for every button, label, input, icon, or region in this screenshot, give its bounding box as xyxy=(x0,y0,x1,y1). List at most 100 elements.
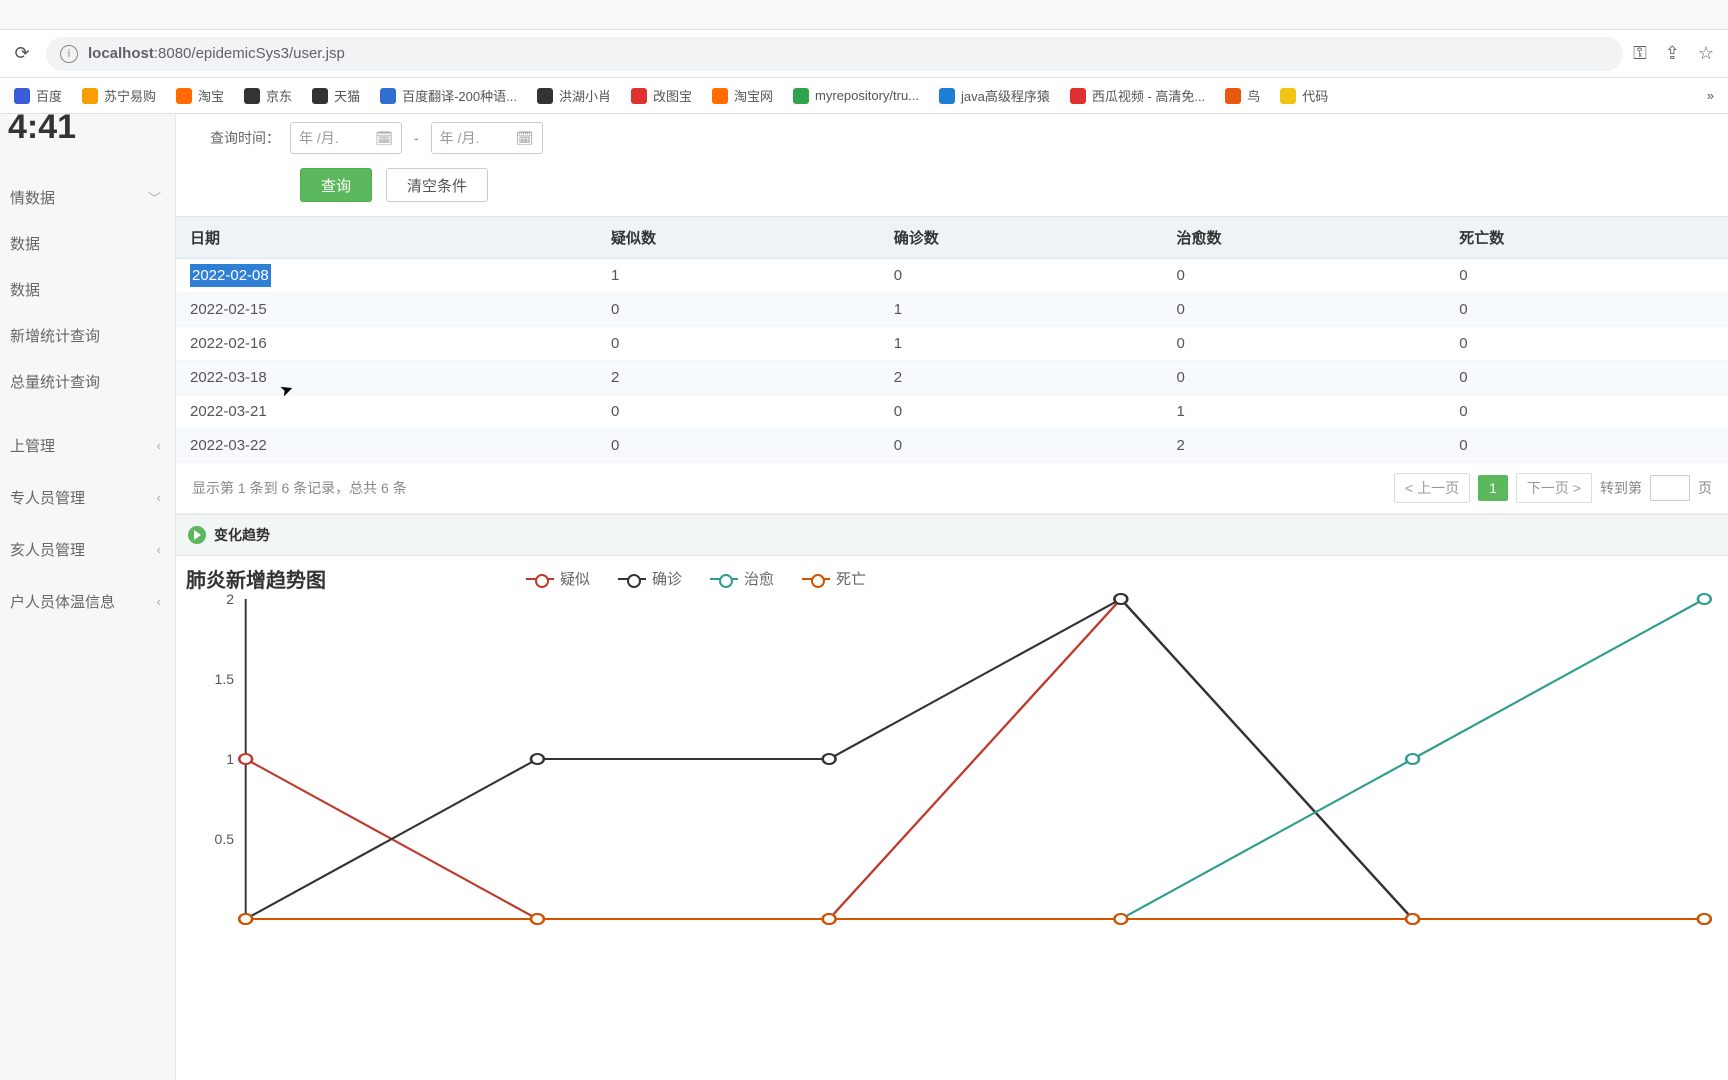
data-point[interactable] xyxy=(1698,594,1711,604)
chart-container: 肺炎新增趋势图 疑似确诊治愈死亡 21.510.5 xyxy=(176,556,1728,929)
overlay-clock: 4:41 xyxy=(0,104,84,151)
favicon xyxy=(1070,88,1086,104)
search-button[interactable]: 查询 xyxy=(300,168,372,202)
sidebar-item[interactable]: 新增统计查询 xyxy=(0,312,175,358)
table-cell: 2022-03-21 xyxy=(176,395,597,429)
url-port: :8080 xyxy=(154,45,192,62)
bookmark-item[interactable]: 代码 xyxy=(1280,86,1328,105)
share-icon[interactable]: ⇪ xyxy=(1665,43,1680,64)
table-cell: 2 xyxy=(597,361,880,395)
bookmark-label: 京东 xyxy=(266,86,292,105)
bookmark-item[interactable]: 百度 xyxy=(14,86,62,105)
sidebar-item[interactable]: 专人员管理‹ xyxy=(0,474,175,520)
column-header[interactable]: 疑似数 xyxy=(597,217,880,259)
column-header[interactable]: 日期 xyxy=(176,217,597,259)
y-tick-label: 1 xyxy=(226,751,234,767)
table-cell: 0 xyxy=(1163,361,1446,395)
legend-item[interactable]: 死亡 xyxy=(802,568,866,589)
sidebar-item[interactable]: 情数据﹀ xyxy=(0,174,175,220)
bookmark-item[interactable]: 淘宝 xyxy=(176,86,224,105)
table-cell: 2022-03-22 xyxy=(176,429,597,463)
table-cell: 0 xyxy=(1163,259,1446,293)
table-row[interactable]: 2022-03-182200 xyxy=(176,361,1728,395)
pager-jump-input[interactable] xyxy=(1650,475,1690,501)
table-cell: 0 xyxy=(1445,361,1728,395)
bookmark-item[interactable]: 鸟 xyxy=(1225,86,1260,105)
legend-item[interactable]: 治愈 xyxy=(710,568,774,589)
table-row[interactable]: 2022-03-220020 xyxy=(176,429,1728,463)
legend-item[interactable]: 疑似 xyxy=(526,568,590,589)
url-box[interactable]: i localhost:8080/epidemicSys3/user.jsp xyxy=(46,37,1623,71)
pager-page-1[interactable]: 1 xyxy=(1478,475,1508,501)
legend-item[interactable]: 确诊 xyxy=(618,568,682,589)
table-cell: 0 xyxy=(880,429,1163,463)
data-point[interactable] xyxy=(239,754,252,764)
column-header[interactable]: 治愈数 xyxy=(1163,217,1446,259)
data-point[interactable] xyxy=(239,914,252,924)
table-row[interactable]: 2022-02-150100 xyxy=(176,293,1728,327)
bookmark-item[interactable]: 洪湖小肖 xyxy=(537,86,611,105)
y-tick-label: 1.5 xyxy=(215,671,234,687)
bookmark-item[interactable]: 天猫 xyxy=(312,86,360,105)
date-from-input[interactable]: 年 /月. 🗓 xyxy=(290,122,402,154)
reload-icon[interactable]: ⟳ xyxy=(8,40,36,68)
table-cell: 0 xyxy=(597,327,880,361)
data-point[interactable] xyxy=(823,914,836,924)
bookmark-label: java高级程序猿 xyxy=(961,86,1050,105)
favicon xyxy=(939,88,955,104)
favicon xyxy=(793,88,809,104)
sidebar-item[interactable]: 亥人员管理‹ xyxy=(0,526,175,572)
table-cell: 2 xyxy=(880,361,1163,395)
star-icon[interactable]: ☆ xyxy=(1698,43,1714,64)
bookmark-item[interactable]: 改图宝 xyxy=(631,86,692,105)
data-point[interactable] xyxy=(531,914,544,924)
column-header[interactable]: 确诊数 xyxy=(880,217,1163,259)
date-to-input[interactable]: 年 /月. 🗓 xyxy=(431,122,543,154)
y-axis-ticks: 21.510.5 xyxy=(198,599,234,919)
bookmark-item[interactable]: 苏宁易购 xyxy=(82,86,156,105)
chart-svg xyxy=(238,599,1712,919)
bookmark-item[interactable]: 京东 xyxy=(244,86,292,105)
bookmark-item[interactable]: 百度翻译-200种语... xyxy=(380,86,517,105)
sidebar-item-label: 上管理 xyxy=(10,435,55,456)
query-time-label: 查询时间： xyxy=(200,128,280,148)
pagination: 显示第 1 条到 6 条记录，总共 6 条 < 上一页 1 下一页 > 转到第 … xyxy=(176,463,1728,514)
data-point[interactable] xyxy=(531,754,544,764)
selected-date-cell: 2022-02-08 xyxy=(190,264,271,287)
bookmark-label: 苏宁易购 xyxy=(104,86,156,105)
legend-marker xyxy=(618,573,646,585)
favicon xyxy=(312,88,328,104)
table-row[interactable]: 2022-03-210010 xyxy=(176,395,1728,429)
y-tick-label: 2 xyxy=(226,591,234,607)
table-row[interactable]: 2022-02-160100 xyxy=(176,327,1728,361)
bookmark-item[interactable]: 西瓜视频 - 高清免... xyxy=(1070,86,1205,105)
clear-button[interactable]: 清空条件 xyxy=(386,168,488,202)
pager-next[interactable]: 下一页 > xyxy=(1516,473,1592,503)
data-point[interactable] xyxy=(1114,594,1127,604)
legend-label: 治愈 xyxy=(744,568,774,589)
table-row[interactable]: 2022-02-081000 xyxy=(176,259,1728,293)
sidebar-item[interactable]: 总量统计查询 xyxy=(0,358,175,404)
column-header[interactable]: 死亡数 xyxy=(1445,217,1728,259)
sidebar-item[interactable]: 户人员体温信息‹ xyxy=(0,578,175,624)
favicon xyxy=(631,88,647,104)
sidebar-item[interactable]: 上管理‹ xyxy=(0,422,175,468)
data-point[interactable] xyxy=(1698,914,1711,924)
data-point[interactable] xyxy=(1406,914,1419,924)
sidebar-item[interactable]: 数据 xyxy=(0,220,175,266)
bookmark-item[interactable]: 淘宝网 xyxy=(712,86,773,105)
table-cell: 0 xyxy=(1445,395,1728,429)
data-point[interactable] xyxy=(823,754,836,764)
bookmark-label: 鸟 xyxy=(1247,86,1260,105)
data-point[interactable] xyxy=(1114,914,1127,924)
bookmark-item[interactable]: java高级程序猿 xyxy=(939,86,1050,105)
bookmarks-overflow[interactable]: » xyxy=(1707,88,1714,103)
key-icon[interactable]: ⚿ xyxy=(1633,43,1647,64)
sidebar-item-label: 亥人员管理 xyxy=(10,539,85,560)
sidebar-item[interactable]: 数据 xyxy=(0,266,175,312)
site-info-icon[interactable]: i xyxy=(60,45,78,63)
data-point[interactable] xyxy=(1406,754,1419,764)
pager-prev[interactable]: < 上一页 xyxy=(1394,473,1470,503)
sidebar-item-label: 情数据 xyxy=(10,187,55,208)
bookmark-item[interactable]: myrepository/tru... xyxy=(793,88,919,104)
